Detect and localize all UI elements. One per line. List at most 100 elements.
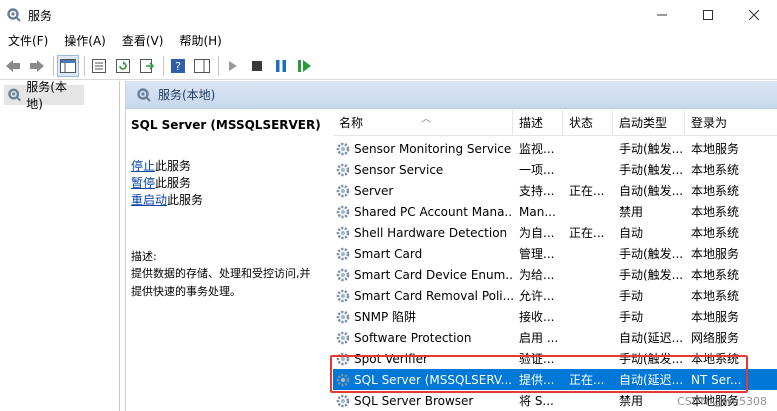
window-title: 服务: [28, 8, 53, 23]
service-name: Sensor Monitoring Service: [354, 141, 512, 156]
restart-service-link[interactable]: 重启动: [131, 193, 167, 207]
cell-startup-type: 手动(触发...: [619, 163, 684, 177]
cell-description: 一项...: [519, 163, 555, 177]
cell-logon-as: 本地服务: [691, 247, 740, 261]
refresh-button[interactable]: [112, 55, 134, 77]
pause-service-button[interactable]: [270, 55, 292, 77]
table-row[interactable]: Sensor Monitoring Service 监视... 手动(触发... 本地…: [333, 138, 777, 159]
minimize-button[interactable]: [639, 0, 685, 30]
service-name: SNMP 陷阱: [354, 310, 416, 324]
pause-service-action: 暂停此服务: [131, 175, 321, 192]
maximize-icon: [703, 10, 713, 20]
show-console-tree-button[interactable]: [57, 54, 79, 77]
restart-service-button[interactable]: [294, 55, 316, 77]
cell-description: 为自...: [519, 226, 555, 240]
stop-service-link[interactable]: 停止: [131, 159, 155, 173]
service-name: Software Protection: [354, 330, 472, 345]
table-row[interactable]: SNMP 陷阱 接收... 手动 本地服务: [333, 306, 777, 327]
svg-text:?: ?: [175, 60, 181, 73]
service-name: Smart Card Removal Poli...: [354, 288, 513, 303]
cell-logon-as: 本地系统: [691, 268, 740, 282]
title-bar: 服务: [0, 0, 777, 30]
cell-startup-type: 手动(触发...: [619, 247, 684, 261]
cell-description: Man...: [519, 204, 556, 219]
stop-service-button[interactable]: [246, 55, 268, 77]
column-header-label: 状态: [569, 116, 594, 130]
properties-icon: [92, 58, 106, 73]
cell-name: Sensor Service: [333, 162, 513, 178]
menu-action[interactable]: 操作(A): [56, 30, 114, 52]
cell-name: Sensor Monitoring Service: [333, 141, 513, 157]
service-title: SQL Server (MSSQLSERVER): [131, 118, 321, 132]
cell-startup-type: 自动: [619, 226, 644, 240]
action-suffix: 此服务: [155, 176, 192, 190]
back-button[interactable]: [2, 55, 24, 77]
toolbar: ?: [0, 52, 777, 80]
show-action-pane-button[interactable]: [191, 55, 213, 77]
cell-startup-type: 自动(触发...: [619, 184, 684, 198]
console-tree: 服务(本地): [0, 80, 120, 411]
tree-item-services-local[interactable]: 服务(本地): [4, 80, 84, 111]
column-header-name[interactable]: ︿ 名称: [333, 110, 513, 136]
service-name: Smart Card Device Enum...: [354, 267, 513, 282]
cell-logon-as: 本地服务: [691, 310, 740, 324]
table-row[interactable]: Smart Card Removal Poli... 允许... 手动 本地系统: [333, 285, 777, 306]
export-icon: [140, 58, 154, 73]
column-header-startup-type[interactable]: 启动类型: [613, 110, 685, 136]
column-header-logon-as[interactable]: 登录为: [685, 110, 777, 136]
action-pane-icon: [194, 58, 210, 73]
table-row[interactable]: Server 支持... 正在... 自动(触发... 本地系统: [333, 180, 777, 201]
cell-logon-as: 本地系统: [691, 205, 740, 219]
properties-button[interactable]: [88, 55, 110, 77]
forward-button[interactable]: [26, 55, 48, 77]
column-header-status[interactable]: 状态: [563, 110, 613, 136]
cell-logon-as: 本地系统: [691, 226, 740, 240]
cell-logon-as: 本地服务: [691, 142, 740, 156]
table-row[interactable]: Smart Card 管理... 手动(触发... 本地服务: [333, 243, 777, 264]
toolbar-separator: [53, 55, 54, 76]
maximize-button[interactable]: [685, 0, 731, 30]
watermark: CSDN @wu5308: [677, 395, 767, 408]
service-gear-icon: [336, 142, 350, 155]
table-row[interactable]: Sensor Service 一项... 手动(触发... 本地系统: [333, 159, 777, 180]
cell-startup-type: 禁用: [619, 394, 644, 408]
service-detail: SQL Server (MSSQLSERVER) 停止此服务 暂停此服务 重启动…: [126, 110, 326, 411]
pause-service-link[interactable]: 暂停: [131, 176, 155, 190]
cell-description: 接收...: [519, 310, 555, 324]
cell-name: Software Protection: [333, 330, 513, 346]
console-tree-icon: [60, 58, 76, 73]
menu-bar: 文件(F) 操作(A) 查看(V) 帮助(H): [0, 30, 777, 52]
table-row[interactable]: Software Protection 启用 ... 自动(延迟... 网络服务: [333, 327, 777, 348]
table-row[interactable]: Shared PC Account Mana... Man... 禁用 本地系统: [333, 201, 777, 222]
service-name: Smart Card: [354, 246, 423, 261]
cell-name: Smart Card: [333, 246, 513, 262]
column-header-description[interactable]: 描述: [513, 110, 563, 136]
service-gear-icon: [336, 394, 350, 407]
start-service-button[interactable]: [222, 55, 244, 77]
action-suffix: 此服务: [167, 193, 204, 207]
description-label: 描述:: [131, 250, 157, 263]
stop-service-action: 停止此服务: [131, 158, 321, 175]
column-header-label: 描述: [519, 116, 544, 130]
minimize-icon: [657, 14, 667, 16]
export-list-button[interactable]: [136, 55, 158, 77]
menu-view[interactable]: 查看(V): [114, 30, 172, 52]
service-gear-icon: [336, 163, 350, 176]
table-row[interactable]: Shell Hardware Detection 为自... 正在... 自动 本地系统: [333, 222, 777, 243]
toolbar-separator: [84, 55, 85, 76]
refresh-icon: [116, 58, 130, 73]
menu-file[interactable]: 文件(F): [0, 30, 56, 52]
toolbar-separator: [218, 55, 219, 76]
close-button[interactable]: [731, 0, 777, 30]
restart-service-action: 重启动此服务: [131, 192, 321, 209]
column-header-label: 启动类型: [619, 116, 668, 130]
help-button[interactable]: ?: [167, 55, 189, 77]
service-gear-icon: [336, 331, 350, 344]
cell-status: 正在...: [569, 226, 605, 240]
service-gear-icon: [336, 205, 350, 218]
table-row[interactable]: Smart Card Device Enum... 为给... 手动(触发... 本地…: [333, 264, 777, 285]
cell-description: 为给...: [519, 268, 555, 282]
services-gear-icon: [7, 8, 21, 22]
menu-help[interactable]: 帮助(H): [171, 30, 229, 52]
restart-icon: [298, 59, 311, 72]
